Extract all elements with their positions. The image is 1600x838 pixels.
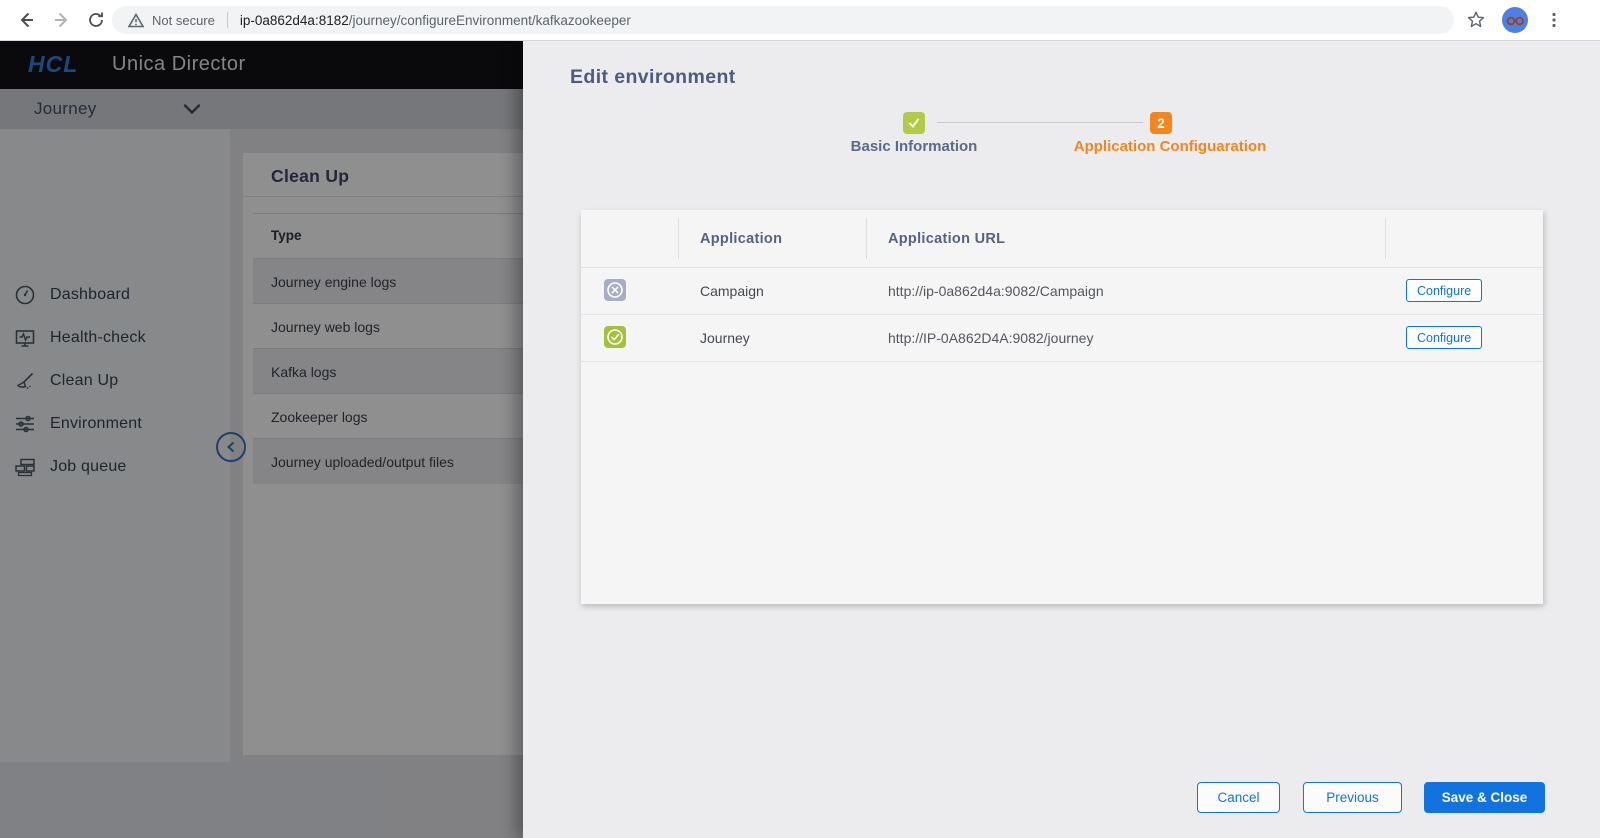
previous-button[interactable]: Previous bbox=[1303, 782, 1402, 813]
screen: Not secure ip-0a862d4a:8182 /journey/con… bbox=[0, 0, 1600, 838]
step-application-configuration-indicator: 2 bbox=[1150, 112, 1172, 134]
application-name: Journey bbox=[700, 329, 750, 346]
refresh-button[interactable] bbox=[84, 8, 108, 32]
status-configured-icon bbox=[604, 326, 626, 348]
not-secure-warning-icon bbox=[128, 12, 144, 28]
column-header-application: Application bbox=[700, 230, 783, 247]
step-label-application-configuration: Application Configuaration bbox=[1073, 138, 1267, 155]
edit-environment-panel: Edit environment 2 Basic Information App… bbox=[523, 40, 1600, 838]
application-url: http://ip-0a862d4a:9082/Campaign bbox=[888, 282, 1104, 299]
stepper-connector bbox=[937, 122, 1143, 123]
table-header-row: Application Application URL bbox=[581, 210, 1543, 268]
save-and-close-button[interactable]: Save & Close bbox=[1424, 782, 1545, 813]
step-check-icon bbox=[907, 116, 921, 130]
step-number: 2 bbox=[1157, 115, 1165, 131]
configure-button[interactable]: Configure bbox=[1406, 326, 1483, 349]
url-host: ip-0a862d4a:8182 bbox=[239, 12, 349, 28]
url-separator bbox=[226, 12, 228, 28]
three-dot-menu-icon bbox=[1545, 11, 1563, 29]
browser-chrome: Not secure ip-0a862d4a:8182 /journey/con… bbox=[0, 0, 1600, 41]
status-not-configured-icon bbox=[604, 279, 626, 301]
application-url: http://IP-0A862D4A:9082/journey bbox=[888, 329, 1094, 346]
configure-button[interactable]: Configure bbox=[1406, 279, 1483, 302]
not-secure-label: Not secure bbox=[152, 12, 215, 28]
applications-table: Application Application URL Campaign htt… bbox=[581, 210, 1543, 604]
forward-arrow-icon bbox=[52, 10, 72, 30]
table-row: Journey http://IP-0A862D4A:9082/journey … bbox=[581, 314, 1543, 362]
column-divider bbox=[866, 218, 867, 259]
forward-button[interactable] bbox=[50, 8, 74, 32]
column-divider bbox=[678, 218, 679, 259]
step-basic-information-indicator bbox=[903, 112, 925, 134]
table-row: Campaign http://ip-0a862d4a:9082/Campaig… bbox=[581, 267, 1543, 315]
cancel-button[interactable]: Cancel bbox=[1197, 782, 1280, 813]
star-icon bbox=[1466, 10, 1486, 30]
column-divider bbox=[1385, 218, 1386, 259]
application-name: Campaign bbox=[700, 282, 764, 299]
url-path: /journey/configureEnvironment/kafkazooke… bbox=[348, 12, 631, 28]
column-header-application-url: Application URL bbox=[888, 230, 1006, 247]
address-bar[interactable]: Not secure ip-0a862d4a:8182 /journey/con… bbox=[112, 6, 1454, 34]
browser-menu-button[interactable] bbox=[1542, 8, 1566, 32]
modal-backdrop[interactable] bbox=[0, 40, 523, 838]
panel-title: Edit environment bbox=[570, 66, 736, 88]
browser-profile-avatar[interactable] bbox=[1502, 7, 1528, 33]
back-button[interactable] bbox=[14, 8, 38, 32]
back-arrow-icon bbox=[16, 10, 36, 30]
avatar-glasses-icon bbox=[1502, 7, 1528, 33]
refresh-icon bbox=[87, 11, 105, 29]
bookmark-star-button[interactable] bbox=[1464, 8, 1488, 32]
step-label-basic-information: Basic Information bbox=[850, 138, 978, 155]
